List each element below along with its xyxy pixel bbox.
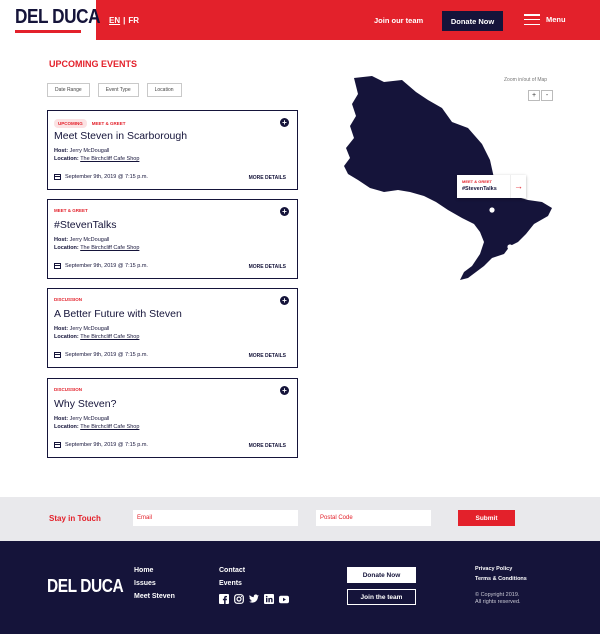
site-footer: DEL DUCA Home Issues Meet Steven Contact… [0,541,600,634]
upcoming-badge: UPCOMING [54,119,87,128]
facebook-icon[interactable] [219,594,229,604]
more-details-link[interactable]: MORE DETAILS [249,353,286,359]
event-type-tag: DISCUSSION [54,297,83,302]
event-date: September 9th, 2019 @ 7:15 p.m. [54,442,148,448]
join-team-link[interactable]: Join our team [374,16,423,25]
location-link[interactable]: The Birchcliff Cafe Shop [80,424,139,430]
arrow-right-icon[interactable]: → [510,175,526,198]
location-link[interactable]: The Birchcliff Cafe Shop [80,245,139,251]
event-tags: DISCUSSION [54,387,82,392]
footer-link-events[interactable]: Events [219,580,245,593]
language-switcher: EN | FR [109,16,139,25]
event-pin [507,244,513,250]
event-card[interactable]: DISCUSSION + Why Steven? Host: Jerry McD… [47,378,298,458]
footer-link-contact[interactable]: Contact [219,567,245,580]
event-date: September 9th, 2019 @ 7:15 p.m. [54,174,148,180]
event-host: Host: Jerry McDougall [54,326,110,332]
event-location: Location: The Birchcliff Cafe Shop [54,245,140,251]
event-location: Location: The Birchcliff Cafe Shop [54,156,140,162]
menu-button[interactable]: Menu [524,14,566,25]
footer-join-button[interactable]: Join the team [347,589,416,605]
footer-link-home[interactable]: Home [134,567,175,580]
event-location: Location: The Birchcliff Cafe Shop [54,424,140,430]
newsletter-bar: Stay in Touch Email Postal Code Submit [0,497,600,541]
more-details-link[interactable]: MORE DETAILS [249,175,286,181]
lang-en-link[interactable]: EN [109,16,120,25]
section-title: UPCOMING EVENTS [49,59,138,69]
hamburger-icon [524,14,540,25]
more-details-link[interactable]: MORE DETAILS [249,264,286,270]
youtube-icon[interactable] [279,594,289,604]
popup-tag: MEET & GREET [462,179,493,184]
event-card[interactable]: MEET & GREET + #StevenTalks Host: Jerry … [47,199,298,279]
event-type-tag: MEET & GREET [91,121,126,126]
expand-plus-icon[interactable]: + [280,296,289,305]
calendar-icon [54,442,61,448]
event-pin [489,207,495,213]
terms-link[interactable]: Terms & Conditions [475,576,527,586]
event-host: Host: Jerry McDougall [54,237,110,243]
filter-bar: Date Range Event Type Location [47,83,182,97]
calendar-icon [54,263,61,269]
footer-nav-col2: Contact Events [219,567,245,593]
expand-plus-icon[interactable]: + [280,386,289,395]
popup-title: #StevenTalks [462,186,497,192]
calendar-icon [54,352,61,358]
social-links [219,594,289,604]
submit-button[interactable]: Submit [458,510,515,526]
map-popup[interactable]: MEET & GREET #StevenTalks → [457,175,526,198]
event-title[interactable]: A Better Future with Steven [54,308,182,320]
event-date: September 9th, 2019 @ 7:15 p.m. [54,263,148,269]
filter-date-range[interactable]: Date Range [47,83,90,97]
event-title[interactable]: Meet Steven in Scarborough [54,130,187,142]
newsletter-label: Stay in Touch [49,514,101,523]
calendar-icon [54,174,61,180]
privacy-policy-link[interactable]: Privacy Policy [475,566,527,576]
expand-plus-icon[interactable]: + [280,118,289,127]
legal-links: Privacy Policy Terms & Conditions [475,566,527,586]
event-title[interactable]: Why Steven? [54,398,116,410]
instagram-icon[interactable] [234,594,244,604]
linkedin-icon[interactable] [264,594,274,604]
footer-logo[interactable]: DEL DUCA [47,576,124,597]
lang-separator: | [123,16,126,25]
event-card[interactable]: DISCUSSION + A Better Future with Steven… [47,288,298,368]
event-tags: UPCOMING MEET & GREET [54,119,126,128]
site-header: DEL DUCA EN | FR Join our team Donate Now … [0,0,600,40]
event-pin [485,263,491,269]
copyright: © Copyright 2019. All rights reserved. [475,592,521,605]
event-tags: DISCUSSION [54,297,82,302]
event-host: Host: Jerry McDougall [54,416,110,422]
expand-plus-icon[interactable]: + [280,207,289,216]
footer-nav-col1: Home Issues Meet Steven [134,567,175,606]
filter-event-type[interactable]: Event Type [97,83,139,97]
lang-fr-link[interactable]: FR [128,16,139,25]
event-tags: MEET & GREET [54,208,88,213]
footer-link-issues[interactable]: Issues [134,580,175,593]
logo-underline [15,30,81,33]
menu-label: Menu [546,15,566,24]
email-field[interactable]: Email [133,510,298,526]
location-link[interactable]: The Birchcliff Cafe Shop [80,334,139,340]
footer-donate-button[interactable]: Donate Now [347,567,416,583]
event-location: Location: The Birchcliff Cafe Shop [54,334,140,340]
location-link[interactable]: The Birchcliff Cafe Shop [80,156,139,162]
donate-button[interactable]: Donate Now [442,11,503,31]
logo-container[interactable]: DEL DUCA [0,0,101,40]
event-type-tag: DISCUSSION [54,387,83,392]
postal-code-field[interactable]: Postal Code [316,510,431,526]
twitter-icon[interactable] [249,594,259,604]
event-type-tag: MEET & GREET [54,208,88,213]
event-date: September 9th, 2019 @ 7:15 p.m. [54,352,148,358]
filter-location[interactable]: Location [146,83,182,97]
footer-link-meet-steven[interactable]: Meet Steven [134,593,175,606]
event-title[interactable]: #StevenTalks [54,219,116,231]
event-host: Host: Jerry McDougall [54,148,110,154]
more-details-link[interactable]: MORE DETAILS [249,443,286,449]
site-logo[interactable]: DEL DUCA [15,6,101,29]
event-card[interactable]: UPCOMING MEET & GREET + Meet Steven in S… [47,110,298,190]
